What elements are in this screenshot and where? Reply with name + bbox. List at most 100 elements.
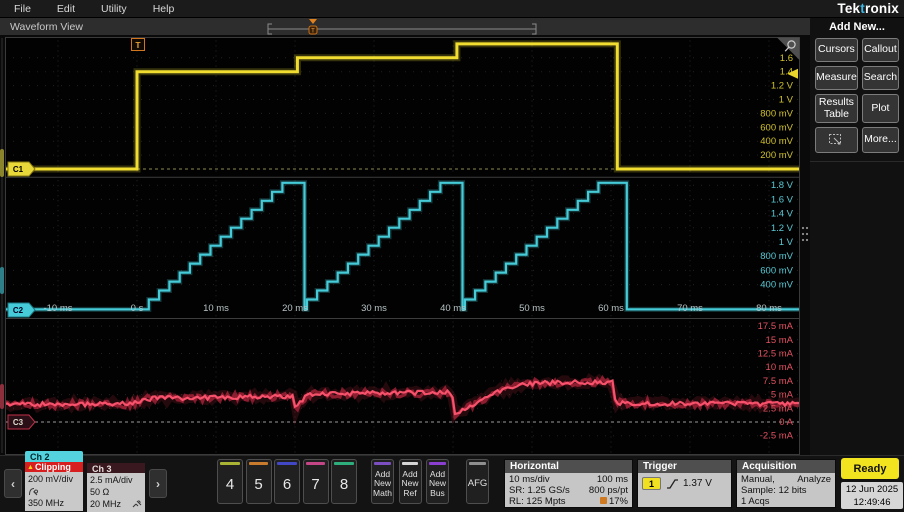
add-new-sidebar: Add New... CursorsCalloutMeasureSearchRe… [810, 18, 904, 455]
afg-label: AFG [468, 465, 488, 503]
c1-channel-marker-label: C1 [13, 165, 24, 174]
horizontal-row-3: RL: 125 Mpts17% [509, 496, 628, 507]
add-new-bus-button[interactable]: AddNewBus [426, 459, 449, 504]
acquisition-acqs-row: 1 Acqs [741, 496, 831, 507]
trigger-handle-label: T [311, 29, 315, 35]
scope-graticule: 1.61.41.2 V1 V800 mV600 mV400 mV200 mV1.… [5, 37, 800, 455]
channel-5-button[interactable]: 5 [246, 459, 272, 504]
ch3-scale: 2.5 mA/div [90, 474, 142, 486]
rising-edge-icon [665, 478, 679, 490]
c2-axis-label: 1.6 V [771, 194, 794, 205]
add-more-button[interactable]: More... [862, 127, 899, 153]
time-axis-label: 20 ms [282, 303, 308, 314]
c1-axis-label: 600 mV [760, 122, 793, 133]
c1-axis-label: 200 mV [760, 150, 793, 161]
trigger-level-value: 1.37 V [683, 478, 712, 489]
time-axis-label: 60 ms [598, 303, 624, 314]
horizontal-panel-title: Horizontal [505, 460, 632, 473]
acquisition-panel-title: Acquisition [737, 460, 835, 473]
menu-help[interactable]: Help [153, 3, 175, 15]
time-axis-label: 80 ms [756, 303, 782, 314]
channel-2-tab[interactable]: Ch 2 [25, 451, 83, 462]
menubar: File Edit Utility Help Tektronix [0, 0, 904, 18]
logo-text: Tek [837, 1, 860, 16]
channel-6-button[interactable]: 6 [274, 459, 300, 504]
add-cursors-button[interactable]: Cursors [815, 38, 858, 62]
add-new-ref-button-label: AddNewRef [401, 465, 418, 503]
add-callout-button[interactable]: Callout [862, 38, 899, 62]
oscilloscope-app: File Edit Utility Help Tektronix Waveform V… [0, 0, 904, 512]
c2-axis-label: 1.8 V [771, 180, 794, 191]
ready-status-button[interactable]: Ready [841, 458, 899, 479]
c3-axis-label: -2.5 mA [760, 431, 794, 442]
c2-axis-label: 1.2 V [771, 223, 794, 234]
c3-axis-label: 0 A [779, 417, 793, 428]
acquisition-sample-row: Sample: 12 bits [741, 485, 831, 496]
time-axis-label: 70 ms [677, 303, 703, 314]
settings-bar: ‹ Ch 2 ▲Clipping 200 mV/div 350 MHz Ch 3… [0, 455, 904, 512]
time-axis-label: 50 ms [519, 303, 545, 314]
time-axis-label: 40 ms [440, 303, 466, 314]
channel-7-button[interactable]: 7 [303, 459, 329, 504]
compress-warning-icon [600, 497, 607, 504]
add-results-table-button[interactable]: Results Table [815, 94, 858, 123]
channel-8-label: 8 [340, 465, 348, 503]
channel-4-label: 4 [226, 465, 234, 503]
clipping-label: Clipping [35, 462, 71, 472]
tektronix-logo: Tektronix [837, 1, 899, 16]
c1-axis-label: 1.6 [780, 53, 793, 64]
menu-items: File Edit Utility Help [0, 3, 174, 15]
c2-scroll-marker[interactable] [0, 267, 4, 294]
datetime-display: 12 Jun 2025 12:49:46 [841, 482, 903, 509]
channel-5-label: 5 [254, 465, 262, 503]
c3-axis-label: 12.5 mA [758, 349, 794, 360]
c1-axis-label: 1.2 V [771, 81, 794, 92]
c3-scroll-marker[interactable] [0, 384, 4, 409]
ch3-impedance: 50 Ω [90, 486, 142, 498]
c3-axis-label: 2.5 mA [763, 403, 794, 414]
add-plot-button[interactable]: Plot [862, 94, 899, 123]
add-new-ref-button[interactable]: AddNewRef [399, 459, 422, 504]
time-label: 12:49:46 [841, 496, 903, 509]
c2-axis-label: 600 mV [760, 265, 793, 276]
channel-6-label: 6 [283, 465, 291, 503]
channel-scroll-left-button[interactable]: ‹ [4, 469, 22, 498]
ch2-probe-row [28, 485, 80, 497]
channel-2-badge[interactable]: Ch 2 ▲Clipping 200 mV/div 350 MHz [25, 451, 83, 511]
clipping-warning: ▲Clipping [25, 462, 83, 472]
add-measure-button[interactable]: Measure [815, 66, 858, 90]
c2-channel-marker-label: C2 [13, 306, 24, 315]
ch2-bandwidth: 350 MHz [28, 497, 80, 509]
add-mask-button[interactable] [815, 127, 858, 153]
waveform-view-title[interactable]: Waveform View [10, 21, 83, 33]
resize-grip-icon[interactable] [801, 226, 809, 242]
horizontal-panel[interactable]: Horizontal 10 ms/div100 ms SR: 1.25 GS/s… [504, 459, 633, 508]
channel-3-header[interactable]: Ch 3 [87, 463, 145, 473]
afg-button[interactable]: AFG [466, 459, 489, 504]
time-axis-label: 30 ms [361, 303, 387, 314]
add-new-header: Add New... [810, 21, 904, 33]
c3-axis-label: 7.5 mA [763, 376, 794, 387]
channel-8-button[interactable]: 8 [331, 459, 357, 504]
menu-utility[interactable]: Utility [101, 3, 127, 15]
add-new-bus-button-label: AddNewBus [429, 465, 446, 503]
menu-edit[interactable]: Edit [57, 3, 75, 15]
channel-4-button[interactable]: 4 [217, 459, 243, 504]
probe-icon [132, 500, 142, 508]
acquisition-panel[interactable]: Acquisition Manual,Analyze Sample: 12 bi… [736, 459, 836, 508]
add-new-grid: CursorsCalloutMeasureSearchResults Table… [810, 33, 904, 153]
c1-axis-label: 1 V [779, 95, 794, 106]
c3-axis-label: 5 mA [771, 390, 794, 401]
c3-axis-label: 10 mA [766, 362, 794, 373]
warning-icon: ▲ [27, 464, 34, 471]
channel-scroll-right-button[interactable]: › [149, 469, 167, 498]
add-search-button[interactable]: Search [862, 66, 899, 90]
trigger-panel[interactable]: Trigger 1 1.37 V [637, 459, 732, 508]
c1-scroll-marker[interactable] [0, 149, 4, 177]
trigger-position-marker-icon[interactable] [309, 19, 317, 24]
waveform-plot-area: 1.61.41.2 V1 V800 mV600 mV400 mV200 mV1.… [0, 36, 810, 455]
channel-3-badge[interactable]: Ch 3 2.5 mA/div 50 Ω 20 MHz [87, 463, 145, 512]
probe-icon [28, 487, 39, 496]
menu-file[interactable]: File [14, 3, 31, 15]
add-new-math-button[interactable]: AddNewMath [371, 459, 394, 504]
